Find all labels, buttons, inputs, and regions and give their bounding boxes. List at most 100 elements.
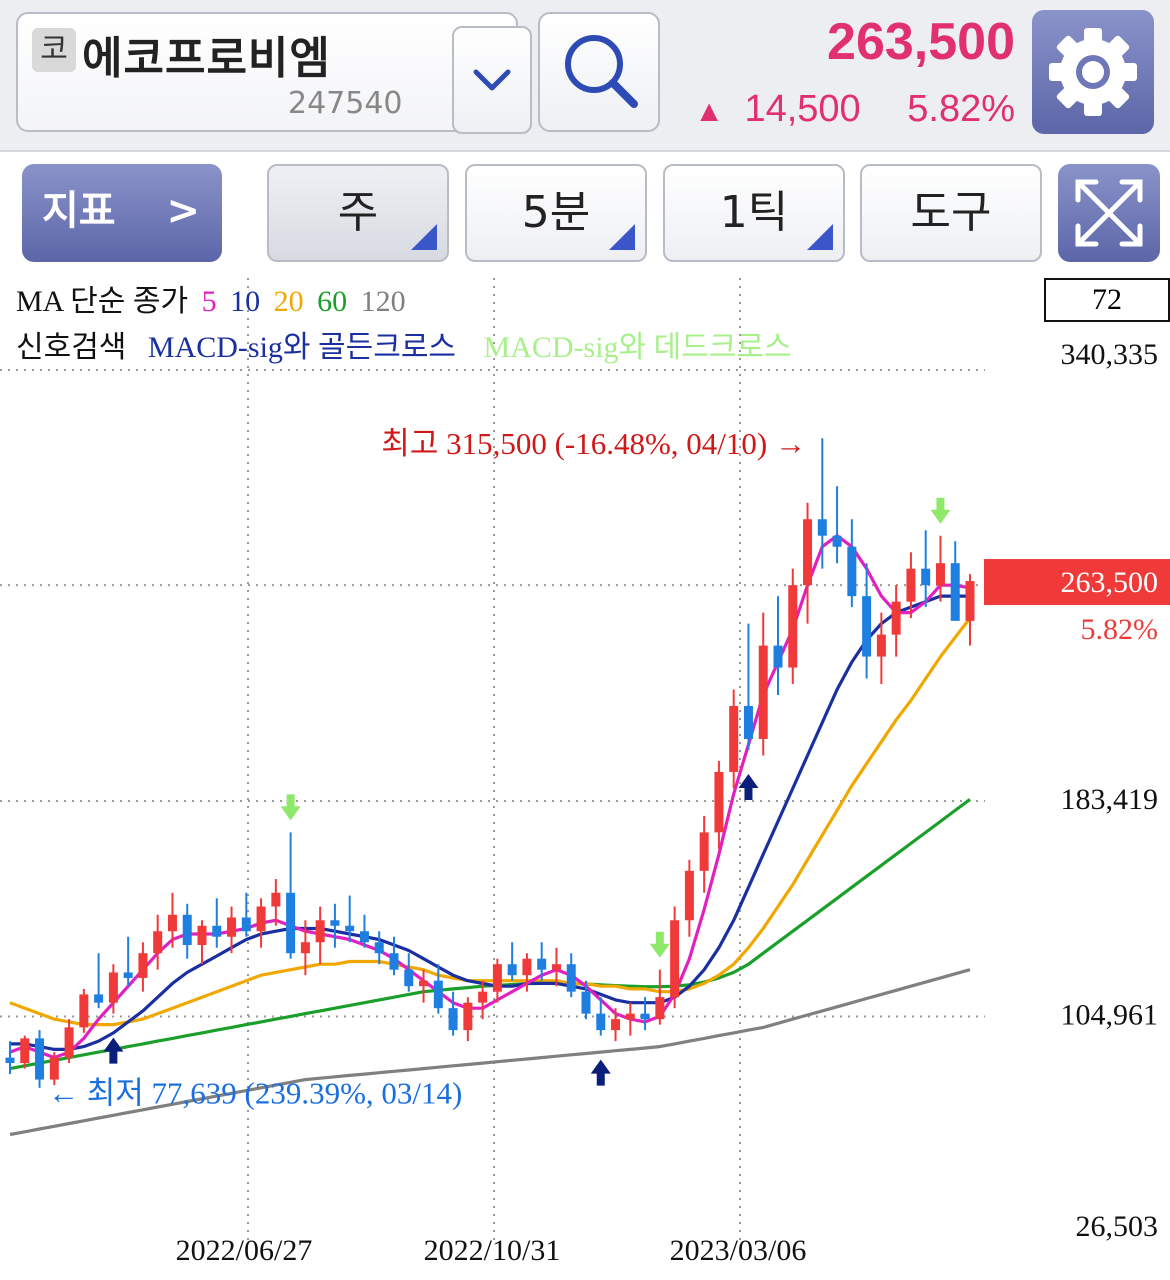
candle-body xyxy=(138,953,148,978)
golden-cross-arrow xyxy=(103,1037,124,1064)
stock-dropdown-button[interactable] xyxy=(452,26,532,134)
candle-body xyxy=(788,585,798,668)
signal-legend[interactable]: 신호검색 MACD-sig와 골든크로스 MACD-sig와 데드크로스 xyxy=(16,322,798,366)
candle-body xyxy=(5,1057,15,1064)
candle-body xyxy=(463,1002,473,1031)
x-tick-label: 2022/06/27 xyxy=(176,1234,313,1267)
minute-button[interactable]: 5분 xyxy=(465,164,647,262)
candle-body xyxy=(640,1013,650,1020)
x-tick-label: 2022/10/31 xyxy=(424,1234,561,1267)
ma-period-60: 60 xyxy=(317,285,348,318)
tick-button[interactable]: 1틱 xyxy=(663,164,845,262)
candle-body xyxy=(167,914,177,932)
candle-body xyxy=(699,832,709,871)
signal-dead-cross: MACD-sig와 데드크로스 xyxy=(483,331,792,364)
ma-legend[interactable]: MA 단순 종가 5 10 20 60 120 xyxy=(16,276,412,320)
candle-body xyxy=(950,563,960,621)
candle-body xyxy=(212,925,222,937)
y-tick-label: 26,503 xyxy=(1076,1210,1159,1243)
candle-body xyxy=(773,645,783,668)
candle-body xyxy=(492,964,502,992)
change-percent: 5.82% xyxy=(907,88,1015,130)
indicator-button[interactable]: 지표 > xyxy=(22,164,222,262)
candle-body xyxy=(359,931,369,943)
stock-selector[interactable]: 코 에코프로비엠 247540 xyxy=(16,12,532,134)
expand-icon xyxy=(1075,179,1143,247)
candle-body xyxy=(20,1038,30,1064)
candle-body xyxy=(389,953,399,970)
minute-label: 5분 xyxy=(521,187,591,238)
candle-body xyxy=(345,925,355,932)
tools-button[interactable]: 도구 xyxy=(860,164,1042,262)
candle-body xyxy=(581,991,591,1014)
indicator-value-box[interactable]: 72 xyxy=(1044,278,1170,322)
candle-body xyxy=(241,917,251,932)
ma-legend-title: MA 단순 종가 xyxy=(16,285,189,318)
tick-label: 1틱 xyxy=(719,187,789,238)
stock-name: 에코프로비엠 xyxy=(82,33,331,84)
x-tick-label: 2023/03/06 xyxy=(670,1234,807,1267)
dropdown-corner-icon xyxy=(609,224,635,250)
header-bar: 코 에코프로비엠 247540 263,500 ▲ 14,500 5.82% xyxy=(0,0,1170,152)
candle-body xyxy=(227,917,237,937)
period-label: 주 xyxy=(337,187,379,238)
chevron-down-icon xyxy=(473,69,511,91)
candle-body xyxy=(271,892,281,907)
ma-period-20: 20 xyxy=(273,285,304,318)
search-button[interactable] xyxy=(538,12,660,132)
candle-body xyxy=(300,942,310,954)
settings-button[interactable] xyxy=(1032,10,1154,134)
candle-body xyxy=(123,972,133,978)
tools-label: 도구 xyxy=(910,187,992,238)
indicator-label: 지표 xyxy=(42,188,116,234)
candle-body xyxy=(404,969,414,987)
y-tick-label: 340,335 xyxy=(1061,338,1159,371)
candle-body xyxy=(478,991,488,1003)
candle-body xyxy=(94,994,104,1003)
current-price-tag-label: 263,500 xyxy=(1061,566,1159,599)
price-chart[interactable]: 340,335183,419104,96126,503 2022/06/27 20… xyxy=(0,274,1170,1280)
change-amount: 14,500 xyxy=(744,88,861,130)
candle-body xyxy=(315,920,325,943)
ma-line-20 xyxy=(9,617,972,1027)
dropdown-corner-icon xyxy=(807,224,833,250)
candle-body xyxy=(832,535,842,547)
candle-body xyxy=(817,519,827,536)
moving-average-lines xyxy=(9,534,972,1137)
candle-body xyxy=(197,925,207,945)
signal-arrows xyxy=(103,497,951,1086)
up-triangle-icon: ▲ xyxy=(694,95,724,128)
period-weekly-button[interactable]: 주 xyxy=(267,164,449,262)
candle-body xyxy=(64,1027,74,1058)
expand-button[interactable] xyxy=(1058,164,1160,262)
dead-cross-arrow xyxy=(649,931,670,958)
candle-body xyxy=(153,931,163,954)
candle-body xyxy=(729,706,739,772)
candle-body xyxy=(670,920,680,998)
candle-body xyxy=(655,997,665,1020)
candle-body xyxy=(35,1038,45,1080)
candle-body xyxy=(374,942,384,954)
candle-body xyxy=(566,964,576,992)
candlesticks xyxy=(5,438,975,1088)
current-change-label: 5.82% xyxy=(1081,613,1159,646)
candle-body xyxy=(419,980,429,987)
candle-body xyxy=(625,1013,635,1020)
candle-body xyxy=(803,519,813,586)
candle-body xyxy=(611,1019,621,1031)
ma-period-5: 5 xyxy=(201,285,217,318)
ma-period-10: 10 xyxy=(230,285,261,318)
candle-body xyxy=(758,645,768,739)
candle-body xyxy=(537,958,547,970)
candle-body xyxy=(182,914,192,945)
candle-body xyxy=(507,964,517,976)
candle-body xyxy=(684,870,694,921)
dropdown-corner-icon xyxy=(411,224,437,250)
candle-body xyxy=(876,634,886,657)
x-axis: 2022/06/27 2022/10/31 2023/03/06 xyxy=(176,1234,807,1267)
current-price: 263,500 xyxy=(827,13,1015,71)
price-change: ▲ 14,500 5.82% xyxy=(684,88,1015,131)
candle-body xyxy=(108,972,118,1003)
candle-body xyxy=(847,546,857,597)
high-annotation: 최고 315,500 (-16.48%, 04/10) → xyxy=(381,426,806,461)
